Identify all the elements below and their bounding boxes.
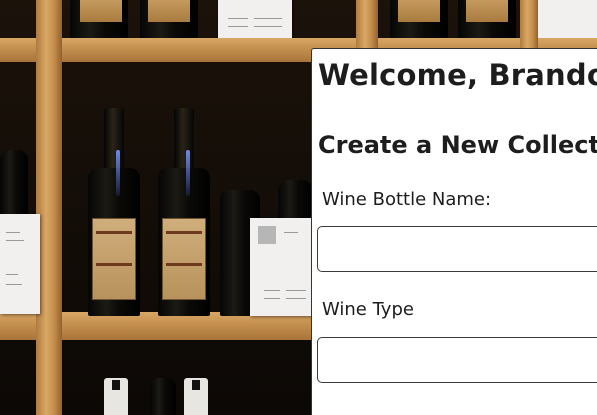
wine-type-label: Wine Type [322, 299, 414, 320]
wine-bottle-name-input[interactable] [317, 226, 597, 272]
app-viewport: Welcome, Brandon! Create a New Collectio… [0, 0, 597, 415]
wine-type-input[interactable] [317, 337, 597, 383]
create-collection-heading: Create a New Collection [318, 131, 597, 159]
collection-form-panel: Welcome, Brandon! Create a New Collectio… [311, 48, 597, 415]
welcome-heading: Welcome, Brandon! [318, 58, 597, 92]
next-field-label: ... [322, 405, 339, 415]
wine-bottle-name-label: Wine Bottle Name: [322, 189, 492, 210]
